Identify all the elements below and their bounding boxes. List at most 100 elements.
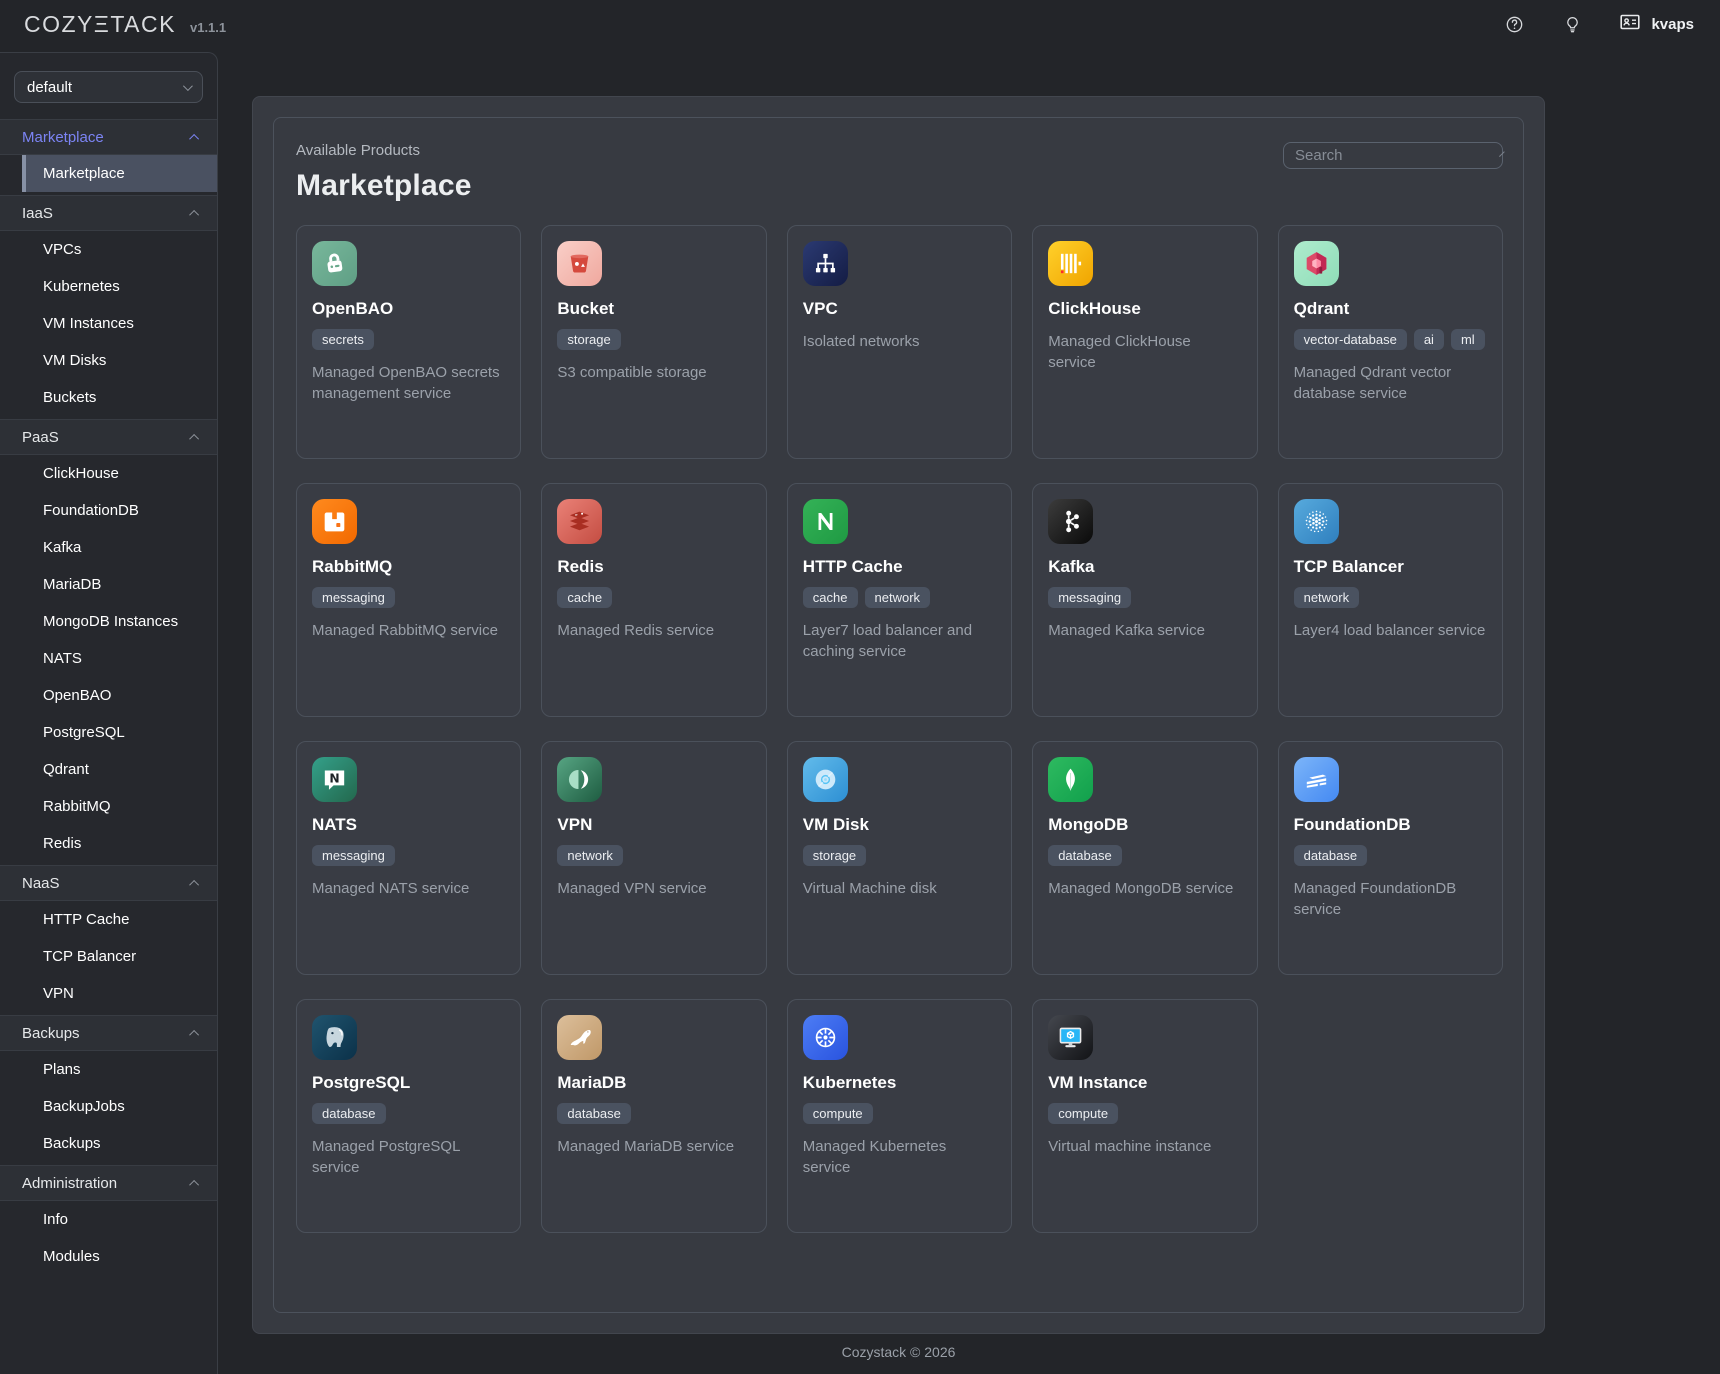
- product-name: VPC: [803, 299, 996, 319]
- nginx-icon: [803, 499, 848, 544]
- sidebar-item-nats[interactable]: NATS: [0, 640, 217, 677]
- sidebar-item-kubernetes[interactable]: Kubernetes: [0, 268, 217, 305]
- tag-database: database: [1294, 845, 1368, 866]
- chevron-up-icon: [189, 433, 199, 443]
- product-card-foundationdb[interactable]: FoundationDB database Managed Foundation…: [1278, 741, 1503, 975]
- product-card-postgresql[interactable]: PostgreSQL database Managed PostgreSQL s…: [296, 999, 521, 1233]
- nav-section-header[interactable]: PaaS: [0, 419, 217, 455]
- sidebar-item-plans[interactable]: Plans: [0, 1051, 217, 1088]
- product-card-http-cache[interactable]: HTTP Cache cachenetwork Layer7 load bala…: [787, 483, 1012, 717]
- eyebrow-label: Available Products: [296, 142, 472, 159]
- nav-section-administration: Administration Info Modules: [0, 1165, 217, 1275]
- sidebar-item-marketplace[interactable]: Marketplace: [0, 155, 217, 192]
- product-card-kafka[interactable]: Kafka messaging Managed Kafka service: [1032, 483, 1257, 717]
- tag-compute: compute: [803, 1103, 873, 1124]
- sidebar-item-redis[interactable]: Redis: [0, 825, 217, 862]
- product-card-qdrant[interactable]: Qdrant vector-databaseaiml Managed Qdran…: [1278, 225, 1503, 459]
- nav-item-label: RabbitMQ: [43, 798, 111, 815]
- user-menu[interactable]: kvaps: [1618, 10, 1694, 39]
- nav-items: Info Modules: [0, 1201, 217, 1275]
- sidebar-item-modules[interactable]: Modules: [0, 1238, 217, 1275]
- product-card-vm-disk[interactable]: VM Disk storage Virtual Machine disk: [787, 741, 1012, 975]
- nav-item-label: Backups: [43, 1135, 101, 1152]
- tenant-select-value: default: [27, 79, 72, 96]
- tag-compute: compute: [1048, 1103, 1118, 1124]
- topbar-actions: kvaps: [1502, 10, 1694, 39]
- product-card-mongodb[interactable]: MongoDB database Managed MongoDB service: [1032, 741, 1257, 975]
- product-name: OpenBAO: [312, 299, 505, 319]
- logo-text: COZYΞTACK: [24, 11, 176, 38]
- product-card-rabbitmq[interactable]: RabbitMQ messaging Managed RabbitMQ serv…: [296, 483, 521, 717]
- sidebar-item-buckets[interactable]: Buckets: [0, 379, 217, 416]
- nav-item-label: HTTP Cache: [43, 911, 129, 928]
- product-description: Layer7 load balancer and caching service: [803, 620, 996, 663]
- sidebar-item-vpn[interactable]: VPN: [0, 975, 217, 1012]
- product-tags: database: [312, 1103, 505, 1124]
- product-tags: compute: [1048, 1103, 1241, 1124]
- tcpbalancer-icon: [1294, 499, 1339, 544]
- sidebar-item-openbao[interactable]: OpenBAO: [0, 677, 217, 714]
- product-card-mariadb[interactable]: MariaDB database Managed MariaDB service: [541, 999, 766, 1233]
- product-tags: messaging: [312, 587, 505, 608]
- sidebar-item-vpcs[interactable]: VPCs: [0, 231, 217, 268]
- tenant-select[interactable]: default: [14, 71, 203, 103]
- sidebar-item-qdrant[interactable]: Qdrant: [0, 751, 217, 788]
- nav-section-header[interactable]: Administration: [0, 1165, 217, 1201]
- product-card-nats[interactable]: N NATS messaging Managed NATS service: [296, 741, 521, 975]
- product-tags: cache: [557, 587, 750, 608]
- sidebar-item-mariadb[interactable]: MariaDB: [0, 566, 217, 603]
- nav-section-header[interactable]: IaaS: [0, 195, 217, 231]
- product-card-vm-instance[interactable]: VM Instance compute Virtual machine inst…: [1032, 999, 1257, 1233]
- marketplace-panel: Available Products Marketplace OpenBAO s…: [252, 96, 1545, 1334]
- search-input[interactable]: [1295, 147, 1494, 164]
- lightbulb-icon[interactable]: [1560, 12, 1584, 36]
- sidebar-item-backupjobs[interactable]: BackupJobs: [0, 1088, 217, 1125]
- nav-section-header[interactable]: Marketplace: [0, 119, 217, 155]
- search-box[interactable]: [1283, 142, 1503, 169]
- tag-vector-database: vector-database: [1294, 329, 1407, 350]
- sidebar-item-http-cache[interactable]: HTTP Cache: [0, 901, 217, 938]
- tag-network: network: [865, 587, 931, 608]
- product-card-redis[interactable]: Redis cache Managed Redis service: [541, 483, 766, 717]
- nav-item-label: VM Instances: [43, 315, 134, 332]
- product-description: Managed Redis service: [557, 620, 750, 641]
- nav-section-iaas: IaaS VPCs Kubernetes VM Instances VM Dis…: [0, 195, 217, 416]
- nav-section-header[interactable]: Backups: [0, 1015, 217, 1051]
- product-card-vpc[interactable]: VPC Isolated networks: [787, 225, 1012, 459]
- product-card-vpn[interactable]: VPN network Managed VPN service: [541, 741, 766, 975]
- chevron-up-icon: [189, 1179, 199, 1189]
- sidebar-item-foundationdb[interactable]: FoundationDB: [0, 492, 217, 529]
- product-tags: database: [1048, 845, 1241, 866]
- product-card-openbao[interactable]: OpenBAO secrets Managed OpenBAO secrets …: [296, 225, 521, 459]
- sidebar-item-kafka[interactable]: Kafka: [0, 529, 217, 566]
- sidebar-item-tcp-balancer[interactable]: TCP Balancer: [0, 938, 217, 975]
- nav-items: Plans BackupJobs Backups: [0, 1051, 217, 1162]
- product-tags: storage: [803, 845, 996, 866]
- tag-cache: cache: [803, 587, 858, 608]
- sidebar-item-clickhouse[interactable]: ClickHouse: [0, 455, 217, 492]
- sidebar-item-vm-disks[interactable]: VM Disks: [0, 342, 217, 379]
- product-card-tcp-balancer[interactable]: TCP Balancer network Layer4 load balance…: [1278, 483, 1503, 717]
- product-card-clickhouse[interactable]: ClickHouse Managed ClickHouse service: [1032, 225, 1257, 459]
- product-tags: cache network: [803, 587, 996, 608]
- openbao-icon: [312, 241, 357, 286]
- sidebar-item-mongodb-instances[interactable]: MongoDB Instances: [0, 603, 217, 640]
- product-name: VPN: [557, 815, 750, 835]
- sidebar-item-vm-instances[interactable]: VM Instances: [0, 305, 217, 342]
- sidebar-item-rabbitmq[interactable]: RabbitMQ: [0, 788, 217, 825]
- product-description: Managed OpenBAO secrets management servi…: [312, 362, 505, 405]
- product-name: MongoDB: [1048, 815, 1241, 835]
- nav-item-label: OpenBAO: [43, 687, 111, 704]
- nav-item-label: BackupJobs: [43, 1098, 125, 1115]
- sidebar-item-postgresql[interactable]: PostgreSQL: [0, 714, 217, 751]
- sidebar-item-info[interactable]: Info: [0, 1201, 217, 1238]
- product-card-bucket[interactable]: Bucket storage S3 compatible storage: [541, 225, 766, 459]
- product-card-kubernetes[interactable]: Kubernetes compute Managed Kubernetes se…: [787, 999, 1012, 1233]
- nav-section-header[interactable]: NaaS: [0, 865, 217, 901]
- product-description: Virtual Machine disk: [803, 878, 996, 899]
- product-tags: network: [557, 845, 750, 866]
- help-icon[interactable]: [1502, 12, 1526, 36]
- foundationdb-icon: [1294, 757, 1339, 802]
- sidebar-item-backups[interactable]: Backups: [0, 1125, 217, 1162]
- product-name: VM Disk: [803, 815, 996, 835]
